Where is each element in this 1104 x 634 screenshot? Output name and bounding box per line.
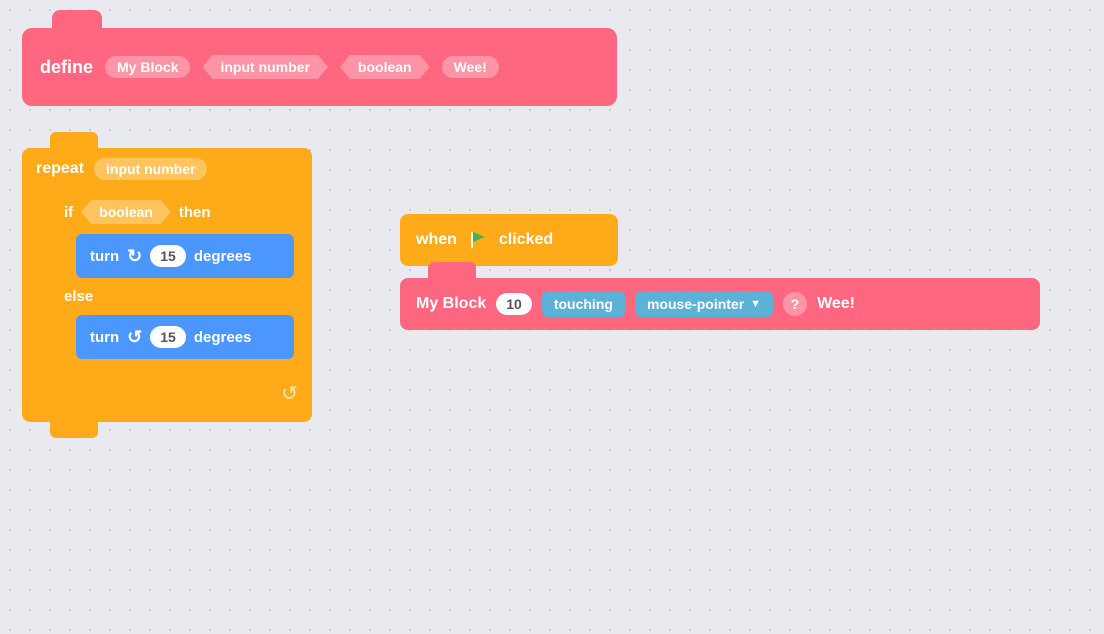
define-label: define [40, 57, 93, 78]
wee-param: Wee! [442, 56, 499, 78]
turn-cw-degrees: degrees [194, 248, 252, 265]
turn-cw-value[interactable]: 15 [150, 245, 186, 267]
touching-label: touching [542, 291, 625, 317]
loop-arrow: ↺ [22, 377, 312, 408]
repeat-label: repeat [36, 160, 84, 178]
turn-ccw-icon: ↺ [127, 327, 142, 348]
turn-ccw-label: turn [90, 329, 119, 346]
if-header: if boolean then [52, 192, 302, 230]
myblock-call-label: My Block [416, 295, 486, 313]
when-label: when [416, 231, 457, 249]
clicked-label: clicked [499, 231, 553, 249]
dropdown-arrow-icon: ▼ [750, 298, 761, 310]
repeat-input-number: input number [94, 158, 207, 180]
scratch-canvas: define My Block input number boolean Wee… [0, 0, 1104, 634]
then-label: then [179, 204, 211, 221]
input-number-param: input number [202, 55, 327, 79]
when-clicked-block[interactable]: when clicked [400, 214, 618, 266]
turn-ccw-block[interactable]: turn ↺ 15 degrees [76, 315, 294, 359]
myblock-call-block[interactable]: My Block 10 touching mouse-pointer ▼ ? W… [400, 278, 1040, 330]
turn-cw-icon: ↻ [127, 246, 142, 267]
boolean-param: boolean [340, 55, 430, 79]
else-label: else [52, 282, 302, 311]
turn-cw-label: turn [90, 248, 119, 265]
repeat-header: repeat input number [22, 148, 312, 188]
repeat-outer-block[interactable]: repeat input number if boolean then turn… [22, 148, 312, 422]
define-block[interactable]: define My Block input number boolean Wee… [22, 28, 617, 106]
my-block-label: My Block [105, 56, 190, 78]
mouse-pointer-dropdown[interactable]: mouse-pointer ▼ [635, 291, 773, 317]
if-boolean: boolean [81, 200, 171, 224]
myblock-call-value[interactable]: 10 [496, 293, 532, 315]
question-mark-button[interactable]: ? [783, 292, 807, 316]
green-flag-icon [467, 229, 489, 251]
turn-cw-block[interactable]: turn ↻ 15 degrees [76, 234, 294, 278]
if-label: if [64, 204, 73, 221]
myblock-call-wee: Wee! [817, 295, 855, 313]
turn-ccw-degrees: degrees [194, 329, 252, 346]
turn-ccw-value[interactable]: 15 [150, 326, 186, 348]
if-block[interactable]: if boolean then turn ↻ 15 degrees else t… [52, 192, 302, 373]
